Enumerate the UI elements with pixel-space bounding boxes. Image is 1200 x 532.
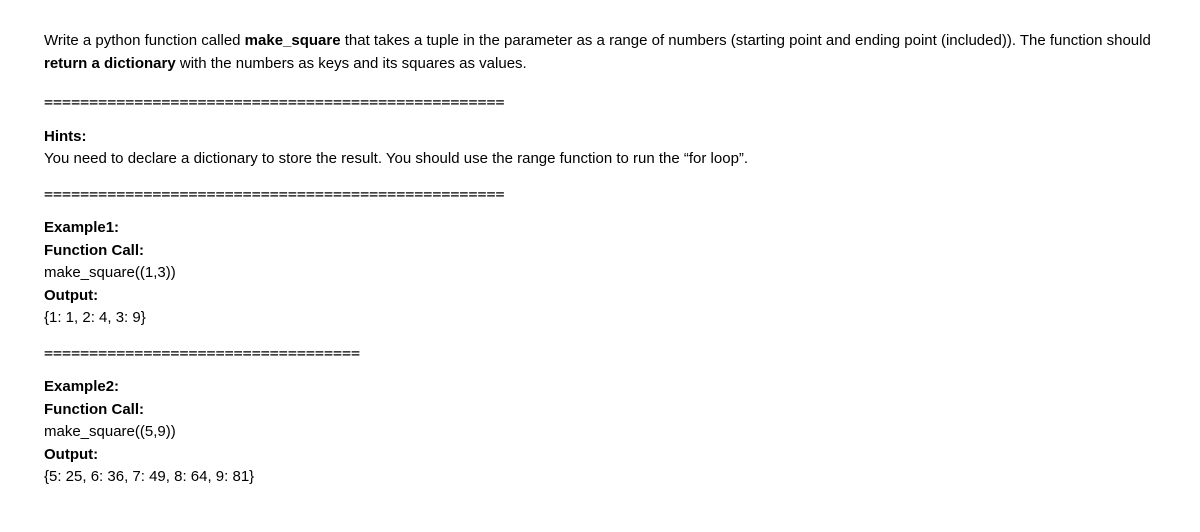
separator-1: ========================================… <box>44 91 1156 114</box>
function-name: make_square <box>245 32 341 49</box>
return-phrase: return a dictionary <box>44 55 176 72</box>
separator-2: ========================================… <box>44 183 1156 206</box>
example2-title: Example2: <box>44 376 1156 399</box>
example1-call-label: Function Call: <box>44 240 1156 263</box>
example1-call: make_square((1,3)) <box>44 262 1156 285</box>
example1-output-label: Output: <box>44 285 1156 308</box>
hints-text: You need to declare a dictionary to stor… <box>44 148 1156 171</box>
separator-3: =================================== <box>44 342 1156 365</box>
intro-prefix: Write a python function called <box>44 32 245 49</box>
hints-section: Hints: You need to declare a dictionary … <box>44 126 1156 171</box>
hints-label: Hints: <box>44 126 1156 149</box>
example2-call-label: Function Call: <box>44 399 1156 422</box>
example-2: Example2: Function Call: make_square((5,… <box>44 376 1156 489</box>
example1-title: Example1: <box>44 217 1156 240</box>
example1-output: {1: 1, 2: 4, 3: 9} <box>44 307 1156 330</box>
intro-middle: that takes a tuple in the parameter as a… <box>341 32 1151 49</box>
example2-output: {5: 25, 6: 36, 7: 49, 8: 64, 9: 81} <box>44 466 1156 489</box>
intro-suffix: with the numbers as keys and its squares… <box>176 55 527 72</box>
problem-intro: Write a python function called make_squa… <box>44 30 1156 75</box>
example-1: Example1: Function Call: make_square((1,… <box>44 217 1156 330</box>
example2-output-label: Output: <box>44 444 1156 467</box>
example2-call: make_square((5,9)) <box>44 421 1156 444</box>
